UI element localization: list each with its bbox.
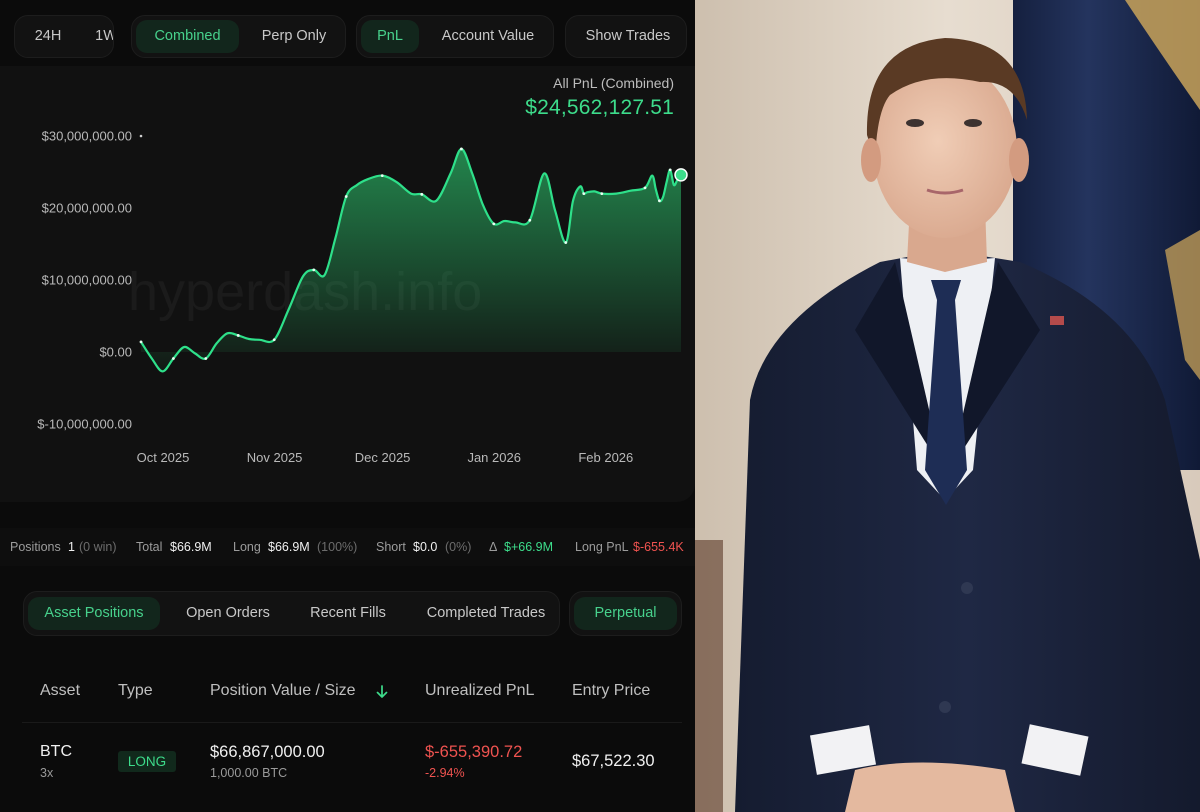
y-tick-label: $20,000,000.00 bbox=[42, 201, 132, 216]
latest-value-marker[interactable] bbox=[674, 168, 688, 182]
tab-open-orders[interactable]: Open Orders bbox=[170, 597, 286, 630]
y-tick-label: $0.00 bbox=[99, 345, 132, 360]
unrealized-pnl-value: $-655,390.72 bbox=[425, 743, 523, 761]
perpetual-filter-button[interactable]: Perpetual bbox=[574, 597, 677, 630]
left-ear bbox=[861, 138, 881, 182]
data-point bbox=[139, 340, 143, 344]
flag-pin bbox=[1050, 316, 1064, 325]
y-axis: $30,000,000.00 $20,000,000.00 $10,000,000.… bbox=[37, 129, 143, 432]
tab-completed-trades[interactable]: Completed Trades bbox=[412, 597, 560, 630]
data-point bbox=[492, 222, 496, 226]
x-tick-label: Nov 2025 bbox=[247, 450, 303, 465]
tab-asset-positions[interactable]: Asset Positions bbox=[28, 597, 160, 630]
data-point bbox=[658, 199, 661, 203]
data-point bbox=[420, 192, 424, 196]
pnl-chart[interactable]: hyperdash.info $30,000,000.00$20,000,000… bbox=[0, 0, 695, 502]
long-label: Long bbox=[233, 540, 261, 554]
total-label: Total bbox=[136, 540, 163, 554]
data-point bbox=[668, 168, 672, 172]
trading-dashboard: 24H 1W Combined Perp Only PnL Account Va… bbox=[0, 0, 695, 812]
short-value: $0.0 bbox=[413, 540, 438, 554]
y-tick-label: $30,000,000.00 bbox=[42, 129, 132, 144]
positions-count: 1 bbox=[68, 540, 75, 554]
long-percent: (100%) bbox=[317, 540, 358, 554]
asset-symbol: BTC bbox=[40, 743, 72, 760]
x-tick-label: Feb 2026 bbox=[578, 450, 633, 465]
data-point bbox=[172, 357, 175, 360]
tab-recent-fills[interactable]: Recent Fills bbox=[296, 597, 400, 630]
right-ear bbox=[1009, 138, 1029, 182]
data-point bbox=[564, 241, 568, 244]
x-tick-label: Oct 2025 bbox=[137, 450, 190, 465]
positions-label: Positions bbox=[10, 540, 61, 554]
hands bbox=[845, 762, 1015, 812]
left-eye bbox=[906, 119, 924, 127]
data-point bbox=[312, 268, 316, 272]
long-pnl-value: $-655.4K bbox=[633, 540, 684, 554]
short-label: Short bbox=[376, 540, 406, 554]
column-header-type[interactable]: Type bbox=[118, 682, 153, 700]
data-point bbox=[204, 357, 208, 360]
x-tick-label: Dec 2025 bbox=[355, 450, 411, 465]
data-point bbox=[272, 338, 276, 342]
position-value: $66,867,000.00 bbox=[210, 743, 325, 761]
entry-price: $67,522.30 bbox=[572, 752, 655, 770]
asset-leverage: 3x bbox=[40, 766, 54, 780]
market-filter: Perpetual bbox=[569, 591, 682, 636]
column-header-unrealized-pnl[interactable]: Unrealized PnL bbox=[425, 682, 534, 700]
right-eye bbox=[964, 119, 982, 127]
total-value: $66.9M bbox=[170, 540, 212, 554]
long-value: $66.9M bbox=[268, 540, 310, 554]
row-divider bbox=[22, 722, 682, 723]
data-point bbox=[600, 192, 604, 196]
position-type-badge: LONG bbox=[118, 751, 176, 772]
column-header-entry-price[interactable]: Entry Price bbox=[572, 682, 650, 700]
data-point bbox=[582, 192, 586, 196]
data-point bbox=[528, 218, 532, 222]
suit-button bbox=[961, 582, 973, 594]
y-tick-label: $-10,000,000.00 bbox=[37, 417, 132, 432]
data-point bbox=[643, 186, 647, 190]
x-axis: Oct 2025 Nov 2025 Dec 2025 Jan 2026 Feb 2026 bbox=[137, 450, 634, 465]
positions-win-count: (0 win) bbox=[79, 540, 117, 554]
y-tick-label: $10,000,000.00 bbox=[42, 273, 132, 288]
x-tick-label: Jan 2026 bbox=[467, 450, 521, 465]
data-point bbox=[380, 174, 384, 178]
position-size: 1,000.00 BTC bbox=[210, 766, 288, 780]
column-header-position-value[interactable]: Position Value / Size bbox=[210, 682, 356, 700]
positions-tabbar: Asset Positions Open Orders Recent Fills… bbox=[23, 591, 560, 636]
portrait-photo bbox=[695, 0, 1200, 812]
column-header-asset[interactable]: Asset bbox=[40, 682, 80, 700]
delta-value: $+66.9M bbox=[504, 540, 553, 554]
positions-summary-bar: Positions 1 (0 win) Total $66.9M Long $6… bbox=[0, 528, 695, 566]
delta-label: Δ bbox=[489, 540, 498, 554]
background-person bbox=[695, 540, 723, 812]
long-pnl-label: Long PnL bbox=[575, 540, 629, 554]
short-percent: (0%) bbox=[445, 540, 472, 554]
y-axis-marker bbox=[139, 134, 143, 138]
arrow-down-icon[interactable] bbox=[375, 684, 389, 700]
suit-button bbox=[939, 701, 951, 713]
unrealized-pnl-percent: -2.94% bbox=[425, 766, 465, 780]
data-point bbox=[344, 195, 348, 198]
data-point bbox=[236, 334, 240, 337]
portrait-image bbox=[695, 0, 1200, 812]
data-point bbox=[460, 147, 463, 151]
